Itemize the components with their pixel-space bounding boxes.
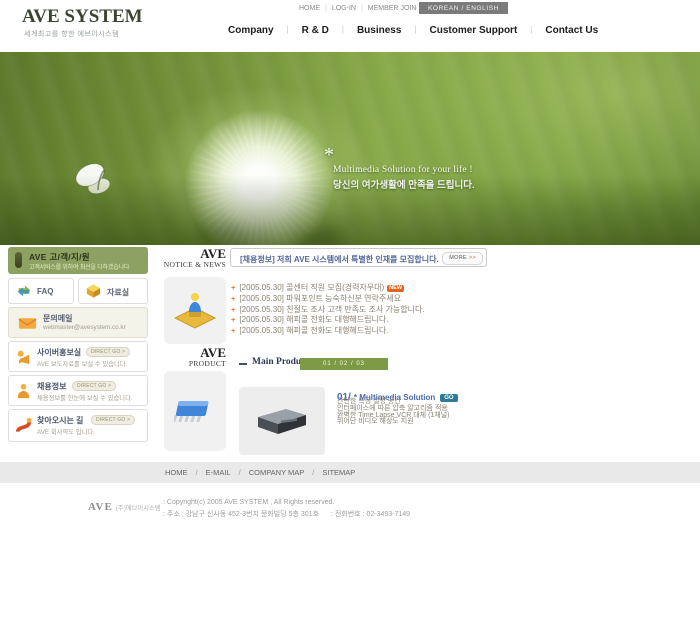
footer-sitemap-link[interactable]: SITEMAP xyxy=(304,468,355,477)
dandelion-spokes xyxy=(185,110,333,245)
faq-arrows-icon xyxy=(15,283,33,304)
notice-list-item[interactable]: [2005.05.30] 해피콜 전화도 대행해드립니다. xyxy=(231,326,491,337)
logo-tagline: 세계최고를 향한 에브이시스템 xyxy=(24,29,119,39)
dash-icon xyxy=(239,363,247,365)
notice-illustration-box xyxy=(164,277,226,344)
footer-home-link[interactable]: HOME xyxy=(165,468,188,477)
recruit-desc: 채용정보를 한눈에 보실 수 있습니다. xyxy=(37,393,133,402)
pr-room-desc: AVE 보도자료를 보실 수 있습니다. xyxy=(37,359,127,368)
winding-road-icon xyxy=(15,416,32,439)
product-pager[interactable]: 01 / 02 / 03 xyxy=(300,358,388,370)
notice-headline-box[interactable]: [채용정보] 저희 AVE 시스템에서 특별한 인재를 모집합니다. MORE>… xyxy=(230,248,487,267)
utility-login-link[interactable]: LOG-IN xyxy=(320,5,356,12)
notice-headline-text: [채용정보] 저희 AVE 시스템에서 특별한 인재를 모집합니다. xyxy=(240,254,439,265)
more-arrows: >> xyxy=(469,255,476,261)
hero-banner: * Multimedia Solution for your life ! 당신… xyxy=(0,52,700,245)
footer-company-name: (주)에브이시스템 xyxy=(116,505,161,512)
sidebar-support-panel: AVE 고/객/지/원 고객서비스를 위하여 최선을 다하겠습니다 xyxy=(8,247,148,274)
main-nav: CompanyR & DBusinessCustomer SupportCont… xyxy=(228,25,598,36)
sidebar-faq-button[interactable]: FAQ xyxy=(8,278,74,304)
mail-address: webmaster@avesystem.co.kr xyxy=(43,324,126,331)
sidebar-mail-box[interactable]: 문의메일 webmaster@avesystem.co.kr xyxy=(8,307,148,338)
footer-phone: : 전화번호 : 02-3493-7149 xyxy=(331,511,410,518)
recruit-label: 채용정보 xyxy=(37,381,66,392)
mail-label: 문의메일 xyxy=(43,313,72,324)
faq-label: FAQ xyxy=(37,287,53,296)
product-header-ave: AVE xyxy=(160,346,226,359)
butterfly-image xyxy=(68,160,124,207)
notice-list-item[interactable]: [2005.05.30] 콜센터 직원 모집(경력자우대)NEW xyxy=(231,283,491,294)
pill-icon xyxy=(15,252,22,268)
nav-business[interactable]: Business xyxy=(329,25,402,36)
recruit-direct-go-badge[interactable]: DIRECT GO > xyxy=(72,381,116,391)
nav-company[interactable]: Company xyxy=(228,25,274,36)
product-features: 간단한 특징 설명 공간 인터페이스에 따른 압축 알고리즘 적용 완벽한 Ti… xyxy=(337,399,450,426)
notice-list-item[interactable]: [2005.05.30] 친절도 조사 고객 만족도 조사 가능합니다. xyxy=(231,305,491,316)
notice-list: [2005.05.30] 콜센터 직원 모집(경력자우대)NEW [2005.0… xyxy=(231,283,491,337)
pr-room-label: 사이버홍보실 xyxy=(37,347,81,358)
nav-customer-support[interactable]: Customer Support xyxy=(401,25,517,36)
product-illustration-box xyxy=(164,371,226,451)
sidebar-recruit-box[interactable]: 채용정보 DIRECT GO > 채용정보를 한눈에 보실 수 있습니다. xyxy=(8,375,148,406)
sidebar-pr-room-box[interactable]: 사이버홍보실 DIRECT GO > AVE 보도자료를 보실 수 있습니다. xyxy=(8,341,148,372)
footer-nav: HOMEE-MAILCOMPANY MAPSITEMAP xyxy=(165,462,355,483)
grass-shadow-blob xyxy=(190,210,280,245)
utility-memberjoin-link[interactable]: MEMBER JOIN xyxy=(356,5,416,12)
directions-desc: AVE 회사약도 입니다. xyxy=(37,427,95,436)
nav-rnd[interactable]: R & D xyxy=(274,25,329,36)
person-icon xyxy=(15,382,32,405)
product-thumbnail[interactable] xyxy=(239,387,325,455)
product-section-header: AVE PRODUCT xyxy=(160,346,226,368)
archive-cube-icon xyxy=(85,283,102,304)
sidebar-archive-button[interactable]: 자료실 xyxy=(78,278,148,304)
more-button[interactable]: MORE>> xyxy=(442,252,483,265)
directions-label: 찾아오시는 길 xyxy=(37,415,83,426)
megaphone-icon xyxy=(15,348,32,371)
feature-line: 뛰어난 비디오 해상도 지원 xyxy=(337,419,450,426)
notice-header-sub: NOTICE & NEWS xyxy=(160,260,226,269)
language-toggle-button[interactable]: KOREAN / ENGLISH xyxy=(419,2,508,14)
sidebar-panel-subtitle: 고객서비스를 위하여 최선을 다하겠습니다 xyxy=(29,262,129,271)
footer-nav-band: HOMEE-MAILCOMPANY MAPSITEMAP xyxy=(0,462,700,483)
site-logo[interactable]: AVE SYSTEM xyxy=(22,6,143,28)
hero-subtitle: 당신의 여가생활에 만족을 드립니다. xyxy=(333,177,475,191)
grass-shadow-blob xyxy=(285,220,355,245)
utility-home-link[interactable]: HOME xyxy=(299,5,320,12)
footer-logo: AVE(주)에브이시스템 xyxy=(88,501,161,513)
pr-room-direct-go-badge[interactable]: DIRECT GO > xyxy=(86,347,130,357)
notice-list-item[interactable]: [2005.05.30] 해피콜 전화도 대행해드립니다. xyxy=(231,315,491,326)
footer-copyright: : Copyright(c) 2005 AVE SYSTEM , All Rig… xyxy=(163,499,334,506)
nav-contact-us[interactable]: Contact Us xyxy=(517,25,598,36)
new-badge: NEW xyxy=(387,285,404,292)
mail-envelope-icon xyxy=(18,316,37,335)
sidebar-directions-box[interactable]: 찾아오시는 길 DIRECT GO > AVE 회사약도 입니다. xyxy=(8,409,148,442)
hero-title: Multimedia Solution for your life ! xyxy=(333,165,473,175)
footer-address-line: : 주소 : 강남구 신사동 452-3번지 문화빌딩 5층 301호: 전화번… xyxy=(163,509,410,519)
directions-direct-go-badge[interactable]: DIRECT GO > xyxy=(91,415,135,425)
notice-list-item[interactable]: [2005.05.30] 파워포인트 능숙하신분 연락주세요 xyxy=(231,294,491,305)
notice-header-ave: AVE xyxy=(160,247,226,260)
product-header-sub: PRODUCT xyxy=(160,359,226,368)
archive-label: 자료실 xyxy=(107,287,129,298)
page: AVE SYSTEM 세계최고를 향한 에브이시스템 HOMELOG-INMEM… xyxy=(0,0,700,634)
footer-email-link[interactable]: E-MAIL xyxy=(188,468,231,477)
hero-star: * xyxy=(324,144,334,167)
notice-section-header: AVE NOTICE & NEWS xyxy=(160,247,226,269)
dandelion-image xyxy=(185,110,333,245)
footer-companymap-link[interactable]: COMPANY MAP xyxy=(231,468,305,477)
